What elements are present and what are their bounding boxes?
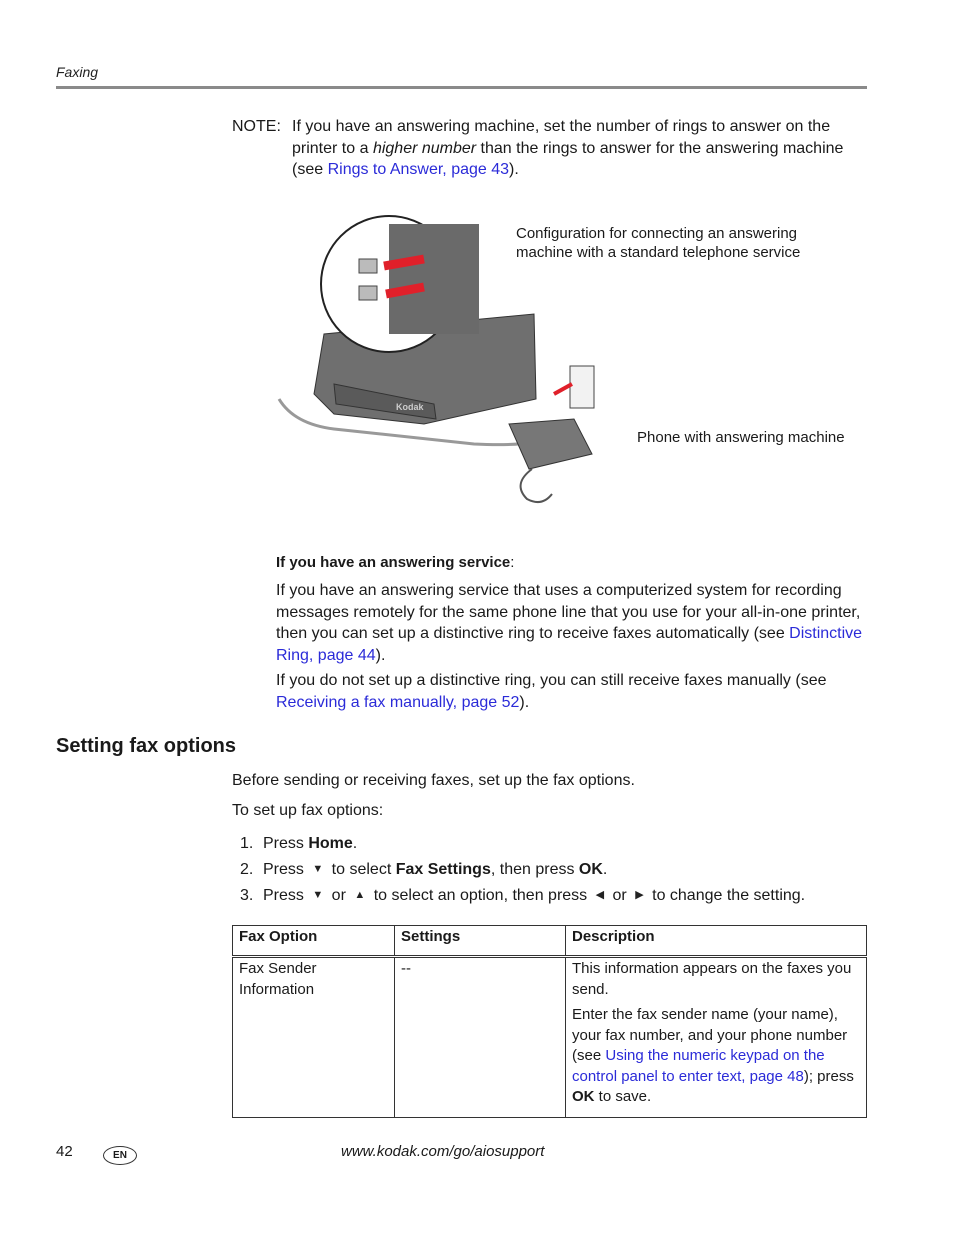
answering-service-paragraph: If you have an answering service that us… — [276, 582, 863, 664]
emphasis: higher number — [372, 139, 477, 157]
header-rule — [56, 86, 867, 89]
section-title: Setting fax options — [56, 735, 236, 757]
column-header-description: Description — [565, 925, 867, 958]
note-body: If you have an answering machine, set th… — [292, 118, 844, 178]
figure-caption-bottom: Phone with answering machine — [637, 429, 845, 446]
running-header: Faxing — [56, 64, 99, 80]
wall-jack-icon — [569, 365, 595, 409]
language-badge: EN — [103, 1146, 137, 1165]
fax-options-table: Fax Option Settings Description Fax Send… — [232, 925, 867, 1118]
right-arrow-icon: ▶ — [635, 889, 644, 902]
cell-settings: -- — [394, 956, 566, 1118]
arrow-icon — [553, 382, 573, 396]
step-1: 1. Press Home. — [240, 835, 358, 853]
section-intro: Before sending or receiving faxes, set u… — [232, 772, 635, 789]
phone-cord — [519, 468, 553, 504]
note-block: NOTE: If you have an answering machine, … — [232, 116, 872, 181]
down-arrow-icon: ▼ — [312, 889, 324, 902]
cell-fax-option: Fax Sender Information — [232, 956, 395, 1118]
down-arrow-icon: ▼ — [312, 863, 324, 876]
step-3: 3. Press ▼ or ▲ to select an option, the… — [240, 883, 805, 909]
table-row: Fax Sender Information -- This informati… — [232, 956, 867, 1118]
step-2: 2. Press ▼ to select Fax Settings, then … — [240, 857, 805, 883]
cell-description: This information appears on the faxes yo… — [565, 956, 867, 1118]
steps-list: 1. Press Home. 2. Press ▼ to select Fax … — [240, 831, 805, 909]
connector-icon — [358, 258, 378, 274]
answering-service-heading: If you have an answering service: — [276, 554, 515, 571]
section-lead: To set up fax options: — [232, 802, 384, 819]
column-header-fax-option: Fax Option — [232, 925, 395, 958]
left-arrow-icon: ◀ — [595, 889, 605, 902]
link-rings-to-answer[interactable]: Rings to Answer, page 43 — [328, 161, 509, 178]
table-header-row: Fax Option Settings Description — [232, 925, 867, 958]
page-number: 42 — [56, 1143, 73, 1160]
up-arrow-icon: ▲ — [354, 889, 366, 902]
connector-icon — [358, 285, 378, 301]
phone-icon — [508, 418, 593, 470]
brand-label: Kodak — [396, 402, 425, 412]
column-header-settings: Settings — [394, 925, 566, 958]
link-numeric-keypad[interactable]: Using the numeric keypad on the control … — [572, 1047, 825, 1085]
link-receiving-fax-manually[interactable]: Receiving a fax manually, page 52 — [276, 694, 519, 711]
note-label: NOTE: — [232, 118, 281, 135]
manual-receive-paragraph: If you do not set up a distinctive ring,… — [276, 672, 827, 711]
support-url[interactable]: www.kodak.com/go/aiosupport — [341, 1143, 544, 1160]
figure-caption-top: Configuration for connecting an answerin… — [516, 225, 801, 261]
